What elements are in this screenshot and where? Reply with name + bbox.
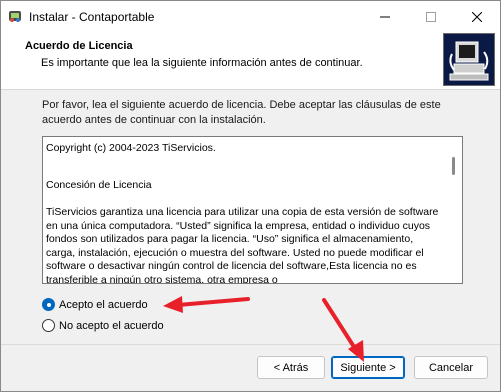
page-title: Acuerdo de Licencia [25,40,133,52]
next-button[interactable]: Siguiente > [331,356,405,379]
footer-divider [1,344,500,345]
license-scrollbar[interactable] [446,137,462,283]
wizard-header: Acuerdo de Licencia Es importante que le… [1,32,500,90]
maximize-icon [426,11,436,22]
scrollbar-thumb[interactable] [452,157,455,175]
license-body: TiServicios garantiza una licencia para … [46,206,439,284]
maximize-button [408,1,454,32]
installer-window: Instalar - Contaportable Acuerdo de Lice… [0,0,501,392]
license-text: Copyright (c) 2004-2023 TiServicios. Con… [46,142,444,284]
computer-setup-icon [443,33,495,86]
minimize-button[interactable] [362,1,408,32]
decline-radio-option[interactable]: No acepto el acuerdo [42,319,164,332]
installer-app-icon [7,8,23,24]
license-copyright: Copyright (c) 2004-2023 TiServicios. [46,142,216,154]
accept-radio-label[interactable]: Acepto el acuerdo [59,299,148,311]
license-textbox[interactable]: Copyright (c) 2004-2023 TiServicios. Con… [42,136,463,284]
window-title: Instalar - Contaportable [29,10,155,24]
minimize-icon [380,16,390,17]
accept-radio[interactable] [42,298,55,311]
close-button[interactable] [454,1,500,32]
back-button[interactable]: < Atrás [257,356,325,379]
intro-text: Por favor, lea el siguiente acuerdo de l… [42,99,441,126]
close-icon [472,11,482,22]
license-heading: Concesión de Licencia [46,178,152,191]
decline-radio[interactable] [42,319,55,332]
decline-radio-label[interactable]: No acepto el acuerdo [59,320,164,332]
title-bar: Instalar - Contaportable [1,1,500,32]
cancel-button[interactable]: Cancelar [414,356,488,379]
page-subtitle: Es importante que lea la siguiente infor… [41,57,363,69]
accept-radio-option[interactable]: Acepto el acuerdo [42,298,148,311]
